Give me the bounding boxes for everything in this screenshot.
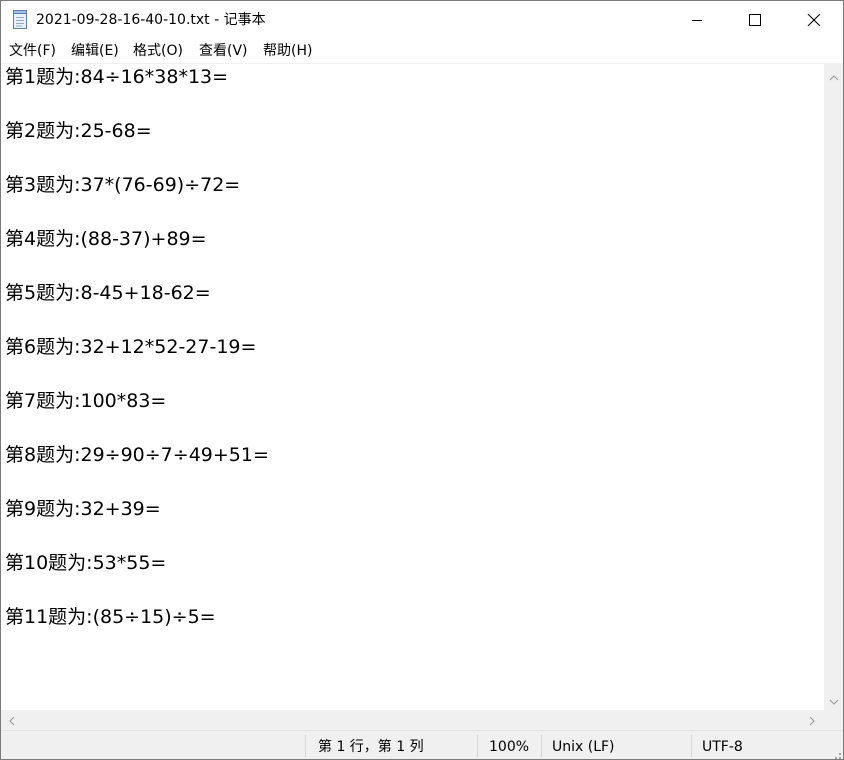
text-line: 第9题为:32+39= [5, 498, 161, 520]
status-divider [477, 735, 478, 757]
text-line: 第6题为:32+12*52-27-19= [5, 336, 257, 358]
chevron-down-icon [829, 690, 839, 709]
menu-view[interactable]: 查看(V) [199, 42, 248, 60]
scroll-up-button[interactable] [824, 66, 843, 84]
text-line: 第2题为:25-68= [5, 120, 152, 142]
status-bar: 第 1 行，第 1 列 100% Unix (LF) UTF-8 [1, 730, 843, 759]
chevron-left-icon [9, 711, 15, 730]
status-divider [541, 735, 542, 757]
scrollbar-corner [824, 710, 843, 730]
line-ending: Unix (LF) [552, 739, 615, 755]
horizontal-scrollbar[interactable] [1, 710, 824, 730]
text-line: 第4题为:(88-37)+89= [5, 228, 207, 250]
notepad-window: 2021-09-28-16-40-10.txt - 记事本 文件(F) 编辑(E… [0, 0, 844, 760]
zoom-level: 100% [489, 739, 530, 755]
text-line: 第8题为:29÷90÷7÷49+51= [5, 444, 269, 466]
close-button[interactable] [785, 1, 843, 38]
notepad-icon [11, 10, 29, 29]
title-bar[interactable]: 2021-09-28-16-40-10.txt - 记事本 [1, 1, 843, 38]
status-divider [691, 735, 692, 757]
menu-file[interactable]: 文件(F) [9, 42, 56, 60]
text-line: 第1题为:84÷16*38*13= [5, 66, 229, 88]
menu-format[interactable]: 格式(O) [133, 42, 183, 60]
minimize-icon [691, 14, 703, 26]
scroll-right-button[interactable] [803, 710, 821, 730]
text-line: 第10题为:53*55= [5, 552, 167, 574]
status-divider [305, 735, 306, 757]
encoding: UTF-8 [702, 739, 743, 755]
resize-grip-icon[interactable] [831, 748, 841, 759]
text-line: 第3题为:37*(76-69)÷72= [5, 174, 241, 196]
chevron-right-icon [809, 711, 815, 730]
menu-edit[interactable]: 编辑(E) [71, 42, 119, 60]
scroll-left-button[interactable] [3, 710, 21, 730]
maximize-button[interactable] [726, 1, 784, 38]
menu-help[interactable]: 帮助(H) [263, 42, 312, 60]
menu-bar: 文件(F) 编辑(E) 格式(O) 查看(V) 帮助(H) [1, 38, 843, 64]
maximize-icon [749, 13, 761, 26]
close-icon [807, 13, 821, 27]
text-line: 第5题为:8-45+18-62= [5, 282, 211, 304]
text-editor[interactable]: 第1题为:84÷16*38*13= 第2题为:25-68= 第3题为:37*(7… [1, 64, 824, 710]
vertical-scrollbar[interactable] [824, 64, 843, 710]
window-title: 2021-09-28-16-40-10.txt - 记事本 [36, 12, 266, 28]
text-line: 第7题为:100*83= [5, 390, 167, 412]
chevron-up-icon [829, 66, 839, 85]
text-line: 第11题为:(85÷15)÷5= [5, 606, 216, 628]
minimize-button[interactable] [668, 1, 726, 38]
scroll-down-button[interactable] [824, 690, 843, 708]
cursor-position: 第 1 行，第 1 列 [318, 739, 424, 755]
